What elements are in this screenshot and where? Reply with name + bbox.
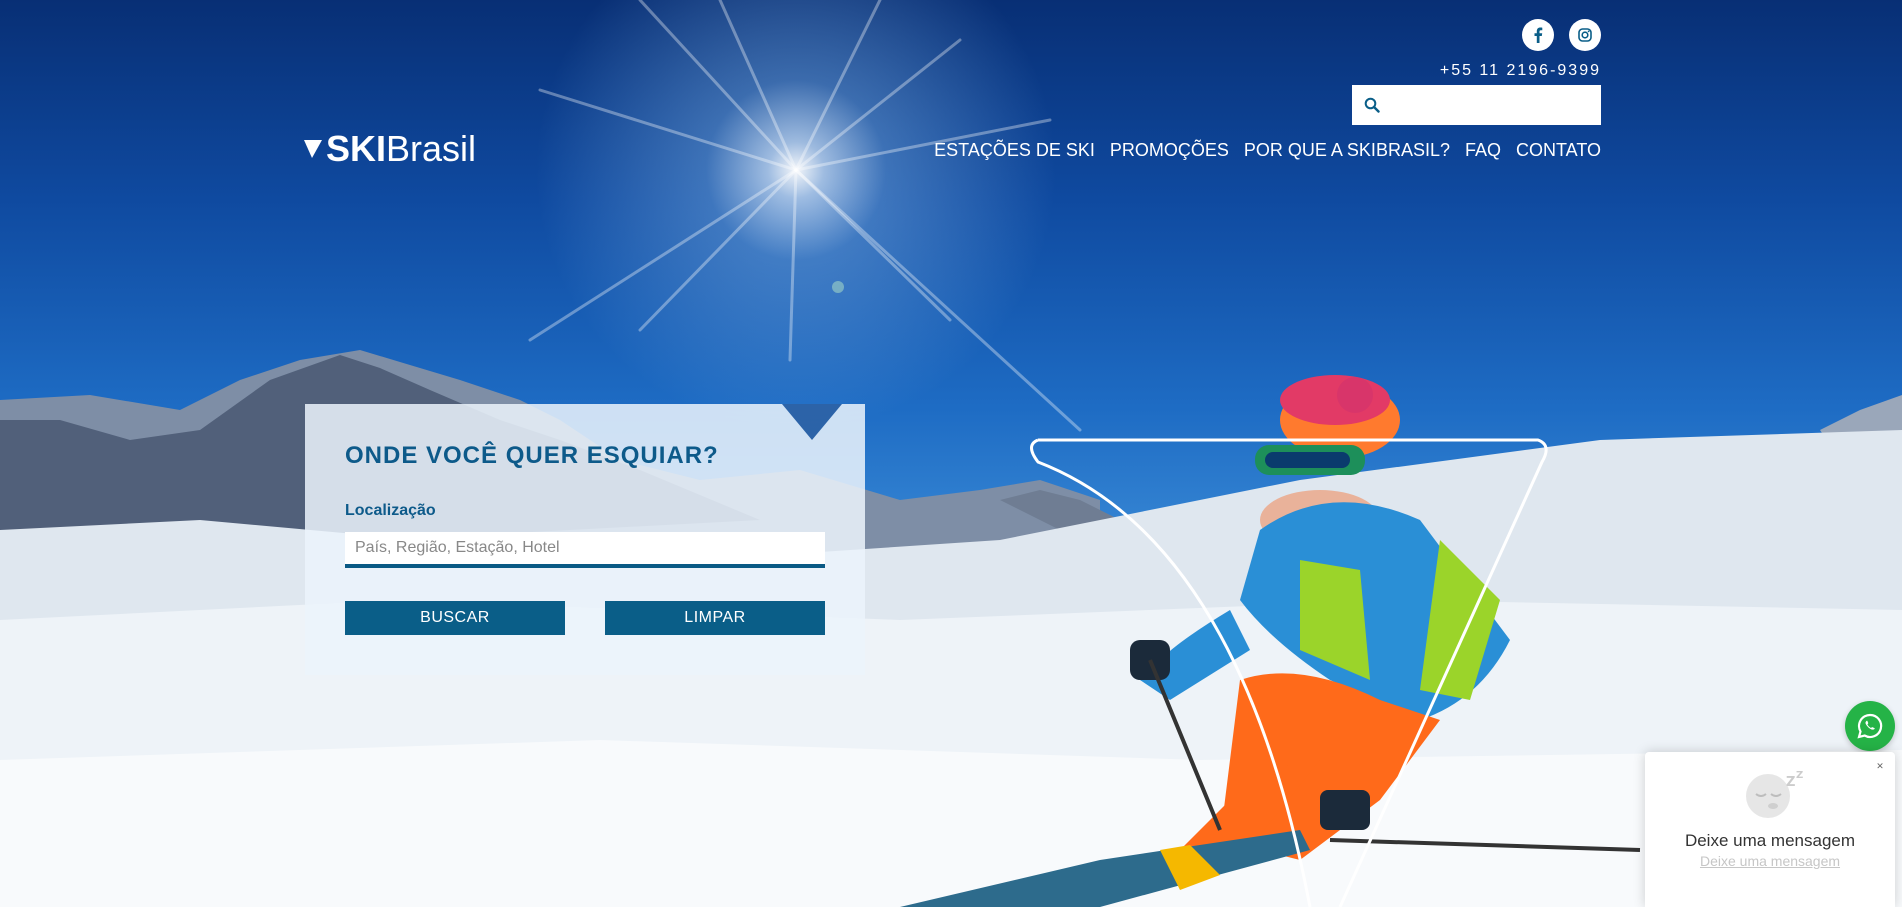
- panel-title: ONDE VOCÊ QUER ESQUIAR?: [345, 442, 719, 469]
- social-links: [1522, 19, 1601, 51]
- search-button[interactable]: BUSCAR: [345, 601, 565, 635]
- hero-background: [0, 0, 1902, 907]
- destination-search-panel: ONDE VOCÊ QUER ESQUIAR? Localização BUSC…: [305, 404, 865, 675]
- panel-notch: [782, 404, 842, 440]
- clear-button[interactable]: LIMPAR: [605, 601, 825, 635]
- nav-item-estacoes[interactable]: ESTAÇÕES DE SKI: [934, 140, 1095, 161]
- sleeping-face-icon: Z Z: [1746, 770, 1803, 818]
- logo-text-bold: SKI: [326, 128, 387, 169]
- facebook-icon: [1534, 27, 1543, 43]
- whatsapp-icon: [1857, 713, 1883, 739]
- location-input[interactable]: [345, 532, 825, 568]
- chat-leave-message-link[interactable]: Deixe uma mensagem: [1645, 853, 1895, 869]
- close-icon[interactable]: ✕: [1875, 762, 1885, 772]
- instagram-button[interactable]: [1569, 19, 1601, 51]
- location-label: Localização: [345, 502, 436, 519]
- site-search[interactable]: [1352, 85, 1601, 125]
- logo-text-light: Brasil: [386, 128, 477, 169]
- nav-item-faq[interactable]: FAQ: [1465, 140, 1501, 161]
- logo[interactable]: SKI Brasil: [304, 128, 476, 170]
- main-nav: ESTAÇÕES DE SKI PROMOÇÕES POR QUE A SKIB…: [934, 140, 1601, 161]
- chat-title: Deixe uma mensagem: [1684, 831, 1856, 850]
- nav-item-por-que[interactable]: POR QUE A SKIBRASIL?: [1244, 140, 1450, 161]
- instagram-icon: [1578, 28, 1592, 42]
- site-search-input[interactable]: [1388, 85, 1601, 125]
- svg-text:Z: Z: [1796, 770, 1803, 781]
- logo-mark-icon: [304, 140, 322, 158]
- nav-item-promocoes[interactable]: PROMOÇÕES: [1110, 140, 1229, 161]
- svg-text:Z: Z: [1786, 775, 1795, 790]
- mountains: [0, 350, 1902, 907]
- nav-item-contato[interactable]: CONTATO: [1516, 140, 1601, 161]
- whatsapp-button[interactable]: [1845, 701, 1895, 751]
- phone-number[interactable]: +55 11 2196-9399: [1400, 62, 1601, 80]
- facebook-button[interactable]: [1522, 19, 1554, 51]
- search-icon[interactable]: [1364, 97, 1380, 113]
- chat-widget: ✕ Z Z Deixe uma mensagem Deixe uma mensa…: [1645, 752, 1895, 907]
